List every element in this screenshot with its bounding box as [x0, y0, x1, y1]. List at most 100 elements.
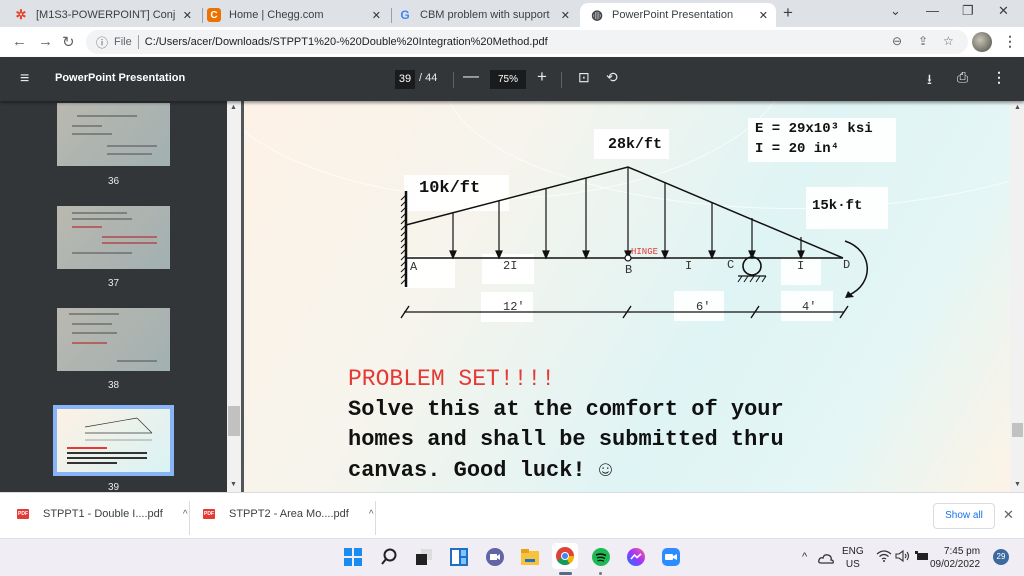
close-window-button[interactable]: ✕ — [998, 3, 1009, 19]
download-item[interactable]: PDF STPPT1 - Double I....pdf ^ — [17, 508, 188, 520]
scroll-up-arrow[interactable]: ▲ — [1014, 104, 1021, 111]
task-view-icon[interactable] — [414, 547, 434, 567]
rotate-icon[interactable]: ⟲ — [606, 69, 618, 86]
scheme-label: File — [114, 36, 132, 48]
chevron-up-icon[interactable]: ^ — [183, 509, 188, 520]
problem-text-line: homes and shall be submitted thru — [348, 427, 784, 452]
print-icon[interactable]: ⎙ — [957, 69, 968, 86]
scroll-up-arrow[interactable]: ▲ — [230, 104, 237, 111]
chrome-icon[interactable] — [552, 543, 578, 569]
zoom-level-input[interactable]: 75% — [490, 70, 526, 89]
download-shelf: PDF STPPT1 - Double I....pdf ^ PDF STPPT… — [0, 492, 1024, 538]
new-tab-button[interactable]: + — [783, 3, 793, 23]
span-cd-label: 4′ — [802, 300, 817, 314]
span-ab-label: 12′ — [503, 300, 525, 314]
thumbnail-page-37[interactable] — [57, 206, 170, 269]
address-bar[interactable]: ⓘ File C:/Users/acer/Downloads/STPPT1%20… — [86, 30, 968, 54]
scrollbar-thumb[interactable] — [1012, 423, 1023, 437]
active-app-indicator — [559, 572, 572, 575]
stiffness-cd-label: I — [797, 259, 805, 273]
chevron-up-icon[interactable]: ^ — [369, 509, 374, 520]
stiffness-bc-label: I — [685, 259, 693, 273]
menu-icon[interactable]: ≡ — [20, 70, 29, 88]
download-item[interactable]: PDF STPPT2 - Area Mo....pdf ^ — [203, 508, 374, 520]
span-bc-label: 6′ — [696, 300, 711, 314]
tab-divider — [202, 8, 203, 23]
divider — [375, 501, 376, 535]
reload-button[interactable]: ↻ — [62, 33, 75, 51]
search-icon[interactable] — [379, 547, 399, 567]
zoom-in-button[interactable]: + — [537, 67, 547, 87]
more-actions-icon[interactable]: ⋮ — [992, 69, 1006, 86]
thumbnail-label: 36 — [107, 176, 120, 187]
divider — [561, 72, 562, 88]
load-arrows — [449, 167, 805, 260]
spotify-icon[interactable] — [591, 547, 611, 567]
minimize-button[interactable]: — — [926, 3, 939, 18]
point-d-label: D — [843, 258, 851, 272]
region-code: US — [845, 559, 860, 570]
zoom-icon[interactable] — [661, 547, 681, 567]
close-tab-icon[interactable]: ✕ — [561, 9, 570, 22]
page-total: / 44 — [419, 72, 438, 84]
close-shelf-icon[interactable]: ✕ — [1003, 507, 1014, 523]
page-number-input[interactable]: 39 — [395, 70, 415, 89]
show-hidden-icons-chevron[interactable]: ^ — [802, 551, 807, 563]
url-text[interactable]: C:/Users/acer/Downloads/STPPT1%20-%20Dou… — [145, 36, 548, 48]
widgets-icon[interactable] — [449, 547, 469, 567]
problem-text-line: Solve this at the comfort of your — [348, 397, 784, 422]
scroll-down-arrow[interactable]: ▼ — [1014, 481, 1021, 488]
point-c-label: C — [727, 258, 735, 272]
profile-avatar[interactable] — [972, 32, 992, 52]
show-all-button[interactable]: Show all — [933, 503, 995, 529]
tab-search-icon[interactable]: ⌄ — [890, 3, 901, 19]
restore-button[interactable]: ❐ — [962, 3, 974, 19]
tab-powerpoint[interactable]: ◍ PowerPoint Presentation ✕ — [580, 3, 776, 27]
browser-menu-icon[interactable]: ⋮ — [1003, 33, 1017, 50]
tab-strip: ✲ [M1S3-POWERPOINT] Conjugate ✕ C Home |… — [0, 0, 1024, 27]
tab-canvas[interactable]: ✲ [M1S3-POWERPOINT] Conjugate ✕ — [14, 3, 200, 27]
back-button[interactable]: ← — [12, 33, 27, 50]
bookmark-star-icon[interactable]: ☆ — [943, 34, 954, 48]
messenger-icon[interactable] — [626, 547, 646, 567]
fit-page-icon[interactable]: ⊡ — [578, 69, 590, 86]
tab-title: CBM problem with support - Goo — [420, 9, 550, 21]
moment-arrowhead — [845, 291, 854, 298]
tab-chegg[interactable]: C Home | Chegg.com ✕ — [207, 3, 389, 27]
canvas-icon: ✲ — [15, 7, 27, 22]
language-indicator[interactable]: ENG US — [842, 545, 864, 571]
start-icon[interactable] — [343, 547, 363, 567]
zoom-out-button[interactable]: — — [463, 68, 479, 86]
download-icon[interactable]: ⭳ — [927, 69, 932, 93]
forward-button[interactable]: → — [38, 33, 53, 50]
thumbnail-label: 37 — [107, 278, 120, 289]
tab-title: [M1S3-POWERPOINT] Conjugate — [36, 9, 176, 21]
teams-chat-icon[interactable] — [485, 547, 505, 567]
volume-icon[interactable] — [895, 549, 911, 563]
download-filename: STPPT2 - Area Mo....pdf — [229, 508, 349, 520]
inertia-label: I = 20 in⁴ — [755, 141, 840, 157]
info-icon[interactable]: ⓘ — [96, 34, 108, 51]
close-tab-icon[interactable]: ✕ — [759, 9, 768, 22]
thumbnail-sidebar: 36 37 38 39 — [0, 101, 227, 492]
thumbnail-page-39-selected[interactable] — [53, 405, 174, 476]
system-clock[interactable]: 7:45 pm 09/02/2022 — [930, 545, 980, 571]
wifi-icon[interactable] — [876, 549, 892, 563]
viewer-scrollbar[interactable]: ▲ ▼ — [1010, 101, 1024, 492]
thumbnail-page-36[interactable] — [57, 103, 170, 166]
sidebar-scrollbar[interactable]: ▲ ▼ — [227, 101, 241, 492]
file-explorer-icon[interactable] — [520, 547, 540, 567]
scrollbar-thumb[interactable] — [228, 406, 240, 436]
scroll-down-arrow[interactable]: ▼ — [230, 481, 237, 488]
thumbnail-page-38[interactable] — [57, 308, 170, 371]
notification-badge[interactable]: 29 — [993, 549, 1009, 565]
zoom-indicator-icon[interactable]: ⊖ — [892, 34, 902, 48]
onedrive-cloud-icon[interactable] — [816, 548, 836, 568]
close-tab-icon[interactable]: ✕ — [183, 9, 192, 22]
download-filename: STPPT1 - Double I....pdf — [43, 508, 163, 520]
share-icon[interactable]: ⇪ — [918, 34, 928, 48]
tab-google[interactable]: G CBM problem with support - Goo ✕ — [398, 3, 578, 27]
battery-charging-icon[interactable] — [914, 549, 930, 563]
close-tab-icon[interactable]: ✕ — [372, 9, 381, 22]
clock-date: 09/02/2022 — [930, 559, 981, 570]
